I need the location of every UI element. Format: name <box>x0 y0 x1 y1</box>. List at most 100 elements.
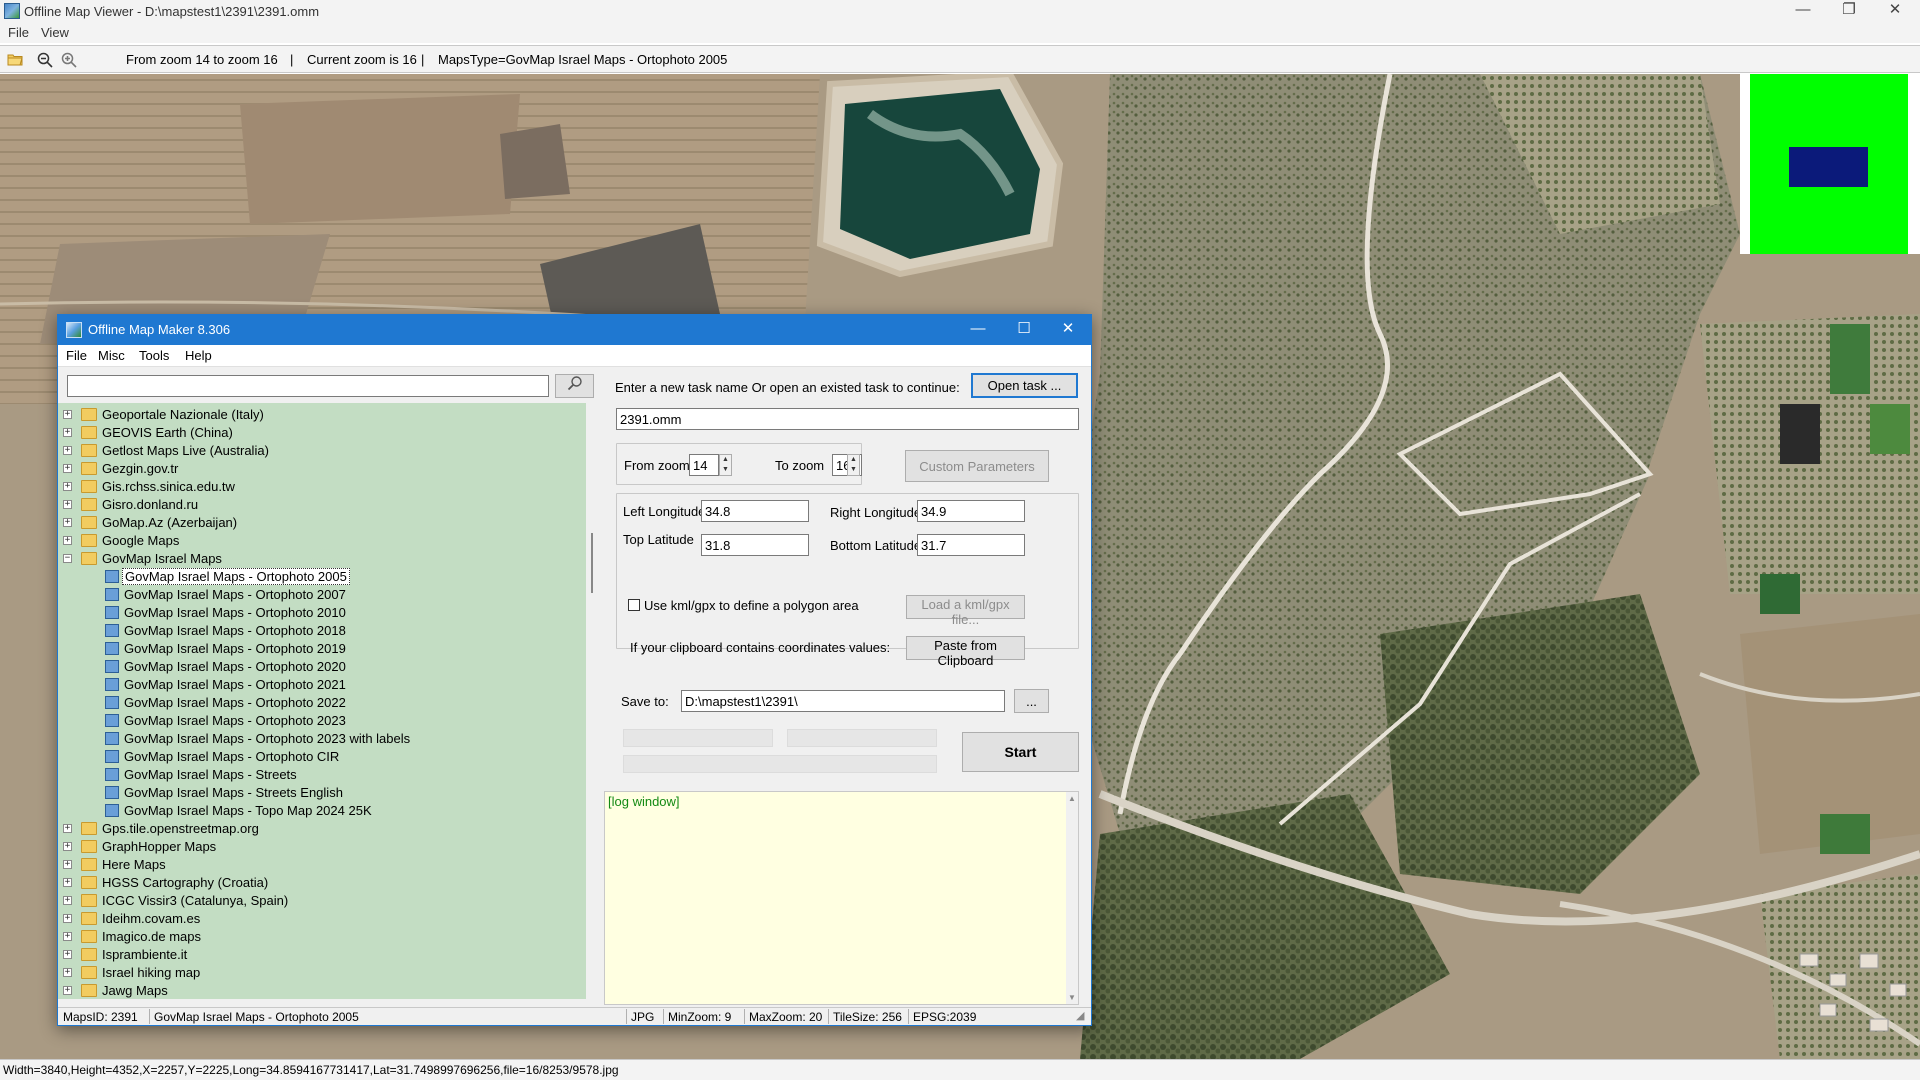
paste-from-clipboard-button[interactable]: Paste from Clipboard <box>906 636 1025 668</box>
tree-map-item[interactable]: GovMap Israel Maps - Ortophoto 2019 <box>58 640 586 658</box>
log-window[interactable]: [log window] ▲ ▼ <box>604 791 1079 1005</box>
tree-folder-item[interactable]: + Gezgin.gov.tr <box>58 460 586 478</box>
dialog-menu-misc[interactable]: Misc <box>98 348 125 363</box>
expand-icon[interactable]: + <box>63 878 72 887</box>
tree-folder-item[interactable]: − GovMap Israel Maps <box>58 550 586 568</box>
expand-icon[interactable]: + <box>63 500 72 509</box>
tree-map-item[interactable]: GovMap Israel Maps - Topo Map 2024 25K <box>58 802 586 820</box>
tree-item-label: GovMap Israel Maps - Streets <box>124 767 297 782</box>
tree-map-item[interactable]: GovMap Israel Maps - Ortophoto 2018 <box>58 622 586 640</box>
expand-icon[interactable]: + <box>63 464 72 473</box>
viewer-menu-view[interactable]: View <box>41 25 69 40</box>
tree-folder-item[interactable]: + Jawg Maps <box>58 982 586 999</box>
expand-icon[interactable]: + <box>63 410 72 419</box>
collapse-icon[interactable]: − <box>63 554 72 563</box>
tree-item-label: GovMap Israel Maps - Ortophoto 2005 <box>122 568 350 585</box>
left-longitude-input[interactable] <box>701 500 809 522</box>
tree-folder-item[interactable]: + HGSS Cartography (Croatia) <box>58 874 586 892</box>
tree-map-item[interactable]: GovMap Israel Maps - Streets English <box>58 784 586 802</box>
tree-folder-item[interactable]: + ICGC Vissir3 (Catalunya, Spain) <box>58 892 586 910</box>
tree-map-item[interactable]: GovMap Israel Maps - Ortophoto 2007 <box>58 586 586 604</box>
tree-folder-item[interactable]: + Israel hiking map <box>58 964 586 982</box>
tree-map-item[interactable]: GovMap Israel Maps - Streets <box>58 766 586 784</box>
status-epsg: EPSG:2039 <box>913 1010 977 1024</box>
expand-icon[interactable]: + <box>63 482 72 491</box>
tree-map-item[interactable]: GovMap Israel Maps - Ortophoto 2021 <box>58 676 586 694</box>
tree-map-item[interactable]: GovMap Israel Maps - Ortophoto 2023 <box>58 712 586 730</box>
dialog-menu-file[interactable]: File <box>66 348 87 363</box>
tree-map-item[interactable]: GovMap Israel Maps - Ortophoto 2010 <box>58 604 586 622</box>
maps-tree[interactable]: + Geoportale Nazionale (Italy) + GEOVIS Ear… <box>58 403 586 999</box>
tree-folder-item[interactable]: + Gis.rchss.sinica.edu.tw <box>58 478 586 496</box>
from-zoom-input[interactable] <box>689 454 719 476</box>
expand-icon[interactable]: + <box>63 536 72 545</box>
dialog-close-button[interactable]: ✕ <box>1045 315 1091 345</box>
dialog-menu-help[interactable]: Help <box>185 348 212 363</box>
tree-folder-item[interactable]: + Here Maps <box>58 856 586 874</box>
use-kml-checkbox[interactable] <box>628 599 640 611</box>
bottom-latitude-input[interactable] <box>917 534 1025 556</box>
tree-folder-item[interactable]: + Gps.tile.openstreetmap.org <box>58 820 586 838</box>
search-button[interactable] <box>555 374 594 398</box>
tree-map-item[interactable]: GovMap Israel Maps - Ortophoto 2020 <box>58 658 586 676</box>
expand-icon[interactable]: + <box>63 950 72 959</box>
load-kml-button[interactable]: Load a kml/gpx file... <box>906 595 1025 627</box>
tree-scroll-thumb[interactable] <box>591 533 593 593</box>
zoom-in-icon[interactable] <box>61 52 77 68</box>
folder-icon <box>81 930 97 943</box>
tree-folder-item[interactable]: + GEOVIS Earth (China) <box>58 424 586 442</box>
expand-icon[interactable]: + <box>63 518 72 527</box>
expand-icon[interactable]: + <box>63 914 72 923</box>
tree-folder-item[interactable]: + Imagico.de maps <box>58 928 586 946</box>
task-name-input[interactable] <box>616 408 1079 430</box>
tree-folder-item[interactable]: + Isprambiente.it <box>58 946 586 964</box>
log-scrollbar[interactable]: ▲ ▼ <box>1066 792 1078 1004</box>
expand-icon[interactable]: + <box>63 896 72 905</box>
resize-grip-icon[interactable]: ◢ <box>1076 1009 1084 1022</box>
expand-icon[interactable]: + <box>63 968 72 977</box>
tree-map-item[interactable]: GovMap Israel Maps - Ortophoto 2023 with… <box>58 730 586 748</box>
custom-parameters-button[interactable]: Custom Parameters <box>905 450 1049 482</box>
expand-icon[interactable]: + <box>63 824 72 833</box>
status-format: JPG <box>631 1010 655 1024</box>
save-path-input[interactable] <box>681 690 1005 712</box>
start-button[interactable]: Start <box>962 732 1079 772</box>
top-latitude-input[interactable] <box>701 534 809 556</box>
tree-folder-item[interactable]: + Ideihm.covam.es <box>58 910 586 928</box>
tree-folder-item[interactable]: + Gisro.donland.ru <box>58 496 586 514</box>
overview-viewport-marker[interactable] <box>1789 147 1868 187</box>
status-separator <box>626 1009 627 1024</box>
tree-folder-item[interactable]: + Geoportale Nazionale (Italy) <box>58 406 586 424</box>
tree-folder-item[interactable]: + Google Maps <box>58 532 586 550</box>
expand-icon[interactable]: + <box>63 428 72 437</box>
viewer-minimize-button[interactable]: — <box>1780 0 1826 22</box>
viewer-maximize-button[interactable]: ❐ <box>1826 0 1872 22</box>
from-zoom-spinner[interactable]: ▲ ▼ <box>719 454 732 476</box>
maps-search-input[interactable] <box>67 375 549 397</box>
zoom-out-icon[interactable] <box>37 52 53 68</box>
expand-icon[interactable]: + <box>63 842 72 851</box>
browse-button[interactable]: ... <box>1014 689 1049 713</box>
tree-map-item[interactable]: GovMap Israel Maps - Ortophoto CIR <box>58 748 586 766</box>
tree-map-item[interactable]: GovMap Israel Maps - Ortophoto 2022 <box>58 694 586 712</box>
tree-folder-item[interactable]: + GraphHopper Maps <box>58 838 586 856</box>
overview-minimap[interactable] <box>1740 74 1920 254</box>
dialog-menu-tools[interactable]: Tools <box>139 348 169 363</box>
open-task-button[interactable]: Open task ... <box>971 373 1078 398</box>
dialog-minimize-button[interactable]: — <box>955 315 1001 345</box>
viewer-close-button[interactable]: ✕ <box>1872 0 1918 22</box>
tree-folder-item[interactable]: + Getlost Maps Live (Australia) <box>58 442 586 460</box>
tree-map-item[interactable]: GovMap Israel Maps - Ortophoto 2005 <box>58 568 586 586</box>
tree-scrollbar[interactable] <box>586 403 598 999</box>
tree-folder-item[interactable]: + GoMap.Az (Azerbaijan) <box>58 514 586 532</box>
to-zoom-spinner[interactable]: ▲ ▼ <box>847 454 860 476</box>
open-folder-icon[interactable] <box>7 52 23 68</box>
viewer-menu-file[interactable]: File <box>8 25 29 40</box>
dialog-maximize-button[interactable]: ☐ <box>1001 315 1047 345</box>
expand-icon[interactable]: + <box>63 860 72 869</box>
right-longitude-input[interactable] <box>917 500 1025 522</box>
expand-icon[interactable]: + <box>63 986 72 995</box>
expand-icon[interactable]: + <box>63 446 72 455</box>
from-zoom-label: From zoom <box>624 458 690 473</box>
expand-icon[interactable]: + <box>63 932 72 941</box>
